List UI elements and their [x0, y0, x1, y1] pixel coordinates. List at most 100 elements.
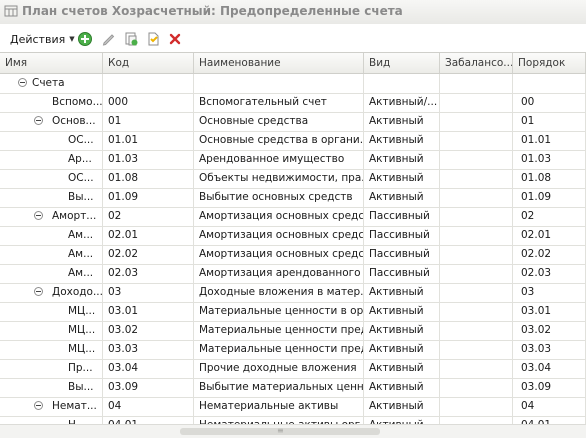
- cell-kind: Пассивный: [364, 207, 440, 226]
- cell-order: 02.03: [513, 264, 586, 283]
- table-row[interactable]: Вы... 03.09 Выбытие материальных ценн... Ак…: [0, 378, 586, 398]
- cell-order: 04: [513, 397, 586, 416]
- title-bar: План счетов Хозрасчетный: Предопределенн…: [0, 0, 586, 25]
- cell-code: 03.04: [103, 359, 194, 378]
- row-name: ОС...: [68, 134, 94, 146]
- column-header-offbalance[interactable]: Забалансо...: [440, 53, 513, 73]
- cell-name: Счета: [0, 74, 103, 93]
- cell-code: 02: [103, 207, 194, 226]
- table-row[interactable]: Основ... 01 Основные средства Активный 01: [0, 112, 586, 132]
- cell-order: 03.04: [513, 359, 586, 378]
- cell-name: Ар...: [0, 150, 103, 169]
- delete-button[interactable]: [166, 30, 184, 48]
- cell-code: 03.01: [103, 302, 194, 321]
- cell-code: 01.09: [103, 188, 194, 207]
- horizontal-scrollbar[interactable]: ≡: [0, 424, 586, 438]
- table-row[interactable]: Доходо... 03 Доходные вложения в матер... А…: [0, 283, 586, 303]
- cell-name: Вы...: [0, 188, 103, 207]
- mark-deletion-button[interactable]: [144, 30, 162, 48]
- cell-order: 01.09: [513, 188, 586, 207]
- cell-kind: Активный: [364, 283, 440, 302]
- cell-kind: Активный: [364, 112, 440, 131]
- table-row[interactable]: Вы... 01.09 Выбытие основных средств Активн…: [0, 188, 586, 208]
- cell-title: Выбытие материальных ценн...: [194, 378, 364, 397]
- cell-name: Вы...: [0, 378, 103, 397]
- column-header-order[interactable]: Порядок: [513, 53, 586, 73]
- cell-offbalance: [440, 207, 513, 226]
- row-name: Вы...: [68, 381, 94, 393]
- cell-kind: Активный: [364, 150, 440, 169]
- collapse-toggle-icon[interactable]: [18, 78, 27, 87]
- collapse-toggle-icon[interactable]: [34, 401, 43, 410]
- table-row[interactable]: ОС... 01.01 Основные средства в органи... А…: [0, 131, 586, 151]
- cell-title: Материальные ценности пред...: [194, 340, 364, 359]
- table-row[interactable]: Ам... 02.03 Амортизация арендованного ... П…: [0, 264, 586, 284]
- table-row[interactable]: Аморт... 02 Амортизация основных средс... П…: [0, 207, 586, 227]
- column-header-name[interactable]: Имя: [0, 53, 103, 73]
- cell-kind: Пассивный: [364, 245, 440, 264]
- row-name: Аморт...: [52, 210, 97, 222]
- cell-order: 03.09: [513, 378, 586, 397]
- cell-title: Амортизация основных средс...: [194, 207, 364, 226]
- add-icon: [78, 32, 92, 46]
- cell-offbalance: [440, 169, 513, 188]
- table-row[interactable]: Немат... 04 Нематериальные активы Активный 0…: [0, 397, 586, 417]
- cell-offbalance: [440, 245, 513, 264]
- row-name: Ам...: [68, 248, 94, 260]
- table-row[interactable]: Вспомо... 000 Вспомогательный счет Активный…: [0, 93, 586, 113]
- cell-offbalance: [440, 131, 513, 150]
- chevron-down-icon: ▼: [69, 35, 75, 43]
- collapse-toggle-icon[interactable]: [34, 116, 43, 125]
- row-name: ОС...: [68, 172, 94, 184]
- table-row[interactable]: Пр... 03.04 Прочие доходные вложения Активн…: [0, 359, 586, 379]
- cell-offbalance: [440, 397, 513, 416]
- table-row[interactable]: МЦ... 03.01 Материальные ценности в ор... А…: [0, 302, 586, 322]
- cell-order: 03: [513, 283, 586, 302]
- cell-name: МЦ...: [0, 340, 103, 359]
- row-name: Ам...: [68, 267, 94, 279]
- collapse-toggle-icon[interactable]: [34, 211, 43, 220]
- cell-code: [103, 74, 194, 93]
- cell-code: 03.02: [103, 321, 194, 340]
- actions-menu-button[interactable]: Действия ▼: [10, 29, 75, 49]
- cell-kind: Активный: [364, 188, 440, 207]
- table-row[interactable]: ОС... 01.08 Объекты недвижимости, пра... Ак…: [0, 169, 586, 189]
- cell-name: МЦ...: [0, 321, 103, 340]
- cell-title: Материальные ценности пред...: [194, 321, 364, 340]
- cell-kind: Активный: [364, 302, 440, 321]
- column-header-code[interactable]: Код: [103, 53, 194, 73]
- cell-code: 01: [103, 112, 194, 131]
- cell-name: Пр...: [0, 359, 103, 378]
- cell-title: Основные средства в органи...: [194, 131, 364, 150]
- table-row[interactable]: МЦ... 03.02 Материальные ценности пред... А…: [0, 321, 586, 341]
- row-name: Вы...: [68, 191, 94, 203]
- cell-kind: Активный: [364, 359, 440, 378]
- delete-icon: [169, 33, 181, 45]
- cell-order: 01.03: [513, 150, 586, 169]
- row-name: МЦ...: [68, 324, 96, 336]
- table-row[interactable]: Счета: [0, 74, 586, 94]
- collapse-toggle-icon[interactable]: [34, 287, 43, 296]
- table-row[interactable]: МЦ... 03.03 Материальные ценности пред... А…: [0, 340, 586, 360]
- actions-label: Действия: [10, 32, 66, 46]
- cell-title: Доходные вложения в матер...: [194, 283, 364, 302]
- add-button[interactable]: [76, 30, 94, 48]
- column-header-title[interactable]: Наименование: [194, 53, 364, 73]
- column-header-kind[interactable]: Вид: [364, 53, 440, 73]
- cell-title: Прочие доходные вложения: [194, 359, 364, 378]
- table-row[interactable]: Ар... 01.03 Арендованное имущество Активный…: [0, 150, 586, 170]
- table-row[interactable]: Ам... 02.02 Амортизация основных средс... П…: [0, 245, 586, 265]
- cell-offbalance: [440, 359, 513, 378]
- table-header: Имя Код Наименование Вид Забалансо... По…: [0, 52, 586, 74]
- cell-name: Вспомо...: [0, 93, 103, 112]
- cell-name: Основ...: [0, 112, 103, 131]
- copy-button[interactable]: [122, 30, 140, 48]
- cell-order: 03.02: [513, 321, 586, 340]
- cell-offbalance: [440, 321, 513, 340]
- table-row[interactable]: Ам... 02.01 Амортизация основных средс... П…: [0, 226, 586, 246]
- cell-offbalance: [440, 340, 513, 359]
- row-name: Вспомо...: [52, 96, 103, 108]
- edit-button[interactable]: [100, 30, 118, 48]
- cell-kind: [364, 74, 440, 93]
- cell-order: 02.02: [513, 245, 586, 264]
